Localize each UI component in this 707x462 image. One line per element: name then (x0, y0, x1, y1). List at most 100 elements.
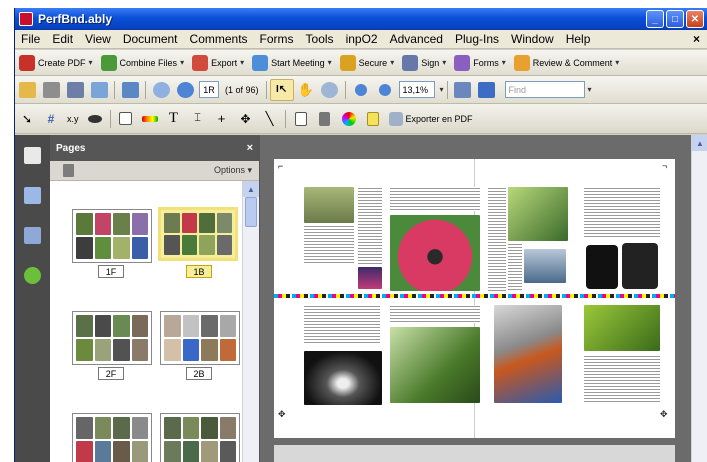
find-dropdown-icon[interactable]: ▾ (588, 85, 592, 94)
forms-button[interactable]: Forms ▾ (450, 52, 510, 74)
review-comment-button[interactable]: Review & Comment ▾ (510, 52, 624, 74)
bookmarks-icon[interactable] (24, 187, 41, 204)
menu-inpo2[interactable]: inpO2 (340, 30, 384, 49)
menu-tools[interactable]: Tools (300, 30, 340, 49)
xy-tool-button[interactable]: x.y (63, 108, 83, 130)
menu-comments[interactable]: Comments (184, 30, 254, 49)
next-page-button[interactable] (173, 79, 197, 101)
menu-help[interactable]: Help (560, 30, 597, 49)
pages-panel-scrollbar[interactable]: ▲ (242, 181, 259, 462)
crop-marks-button[interactable]: ✥ (234, 108, 258, 130)
app-window: PerfBnd.ably _ □ ✕ File Edit View Docume… (14, 8, 707, 462)
scroll-up-arrow-icon[interactable]: ▲ (692, 135, 707, 151)
page-thumbnail-2b[interactable] (160, 311, 240, 365)
menu-edit[interactable]: Edit (46, 30, 79, 49)
page-thumbnail-1b[interactable] (158, 207, 238, 261)
combine-files-button[interactable]: Combine Files ▾ (97, 52, 189, 74)
menu-window[interactable]: Window (505, 30, 560, 49)
previous-page-button[interactable] (149, 79, 173, 101)
zoom-tool-button[interactable] (318, 79, 342, 101)
page-number-input[interactable]: 1R (199, 81, 219, 98)
find-input[interactable]: Find (504, 81, 585, 98)
toolbar-separator (114, 80, 115, 99)
review-comment-label: Review & Comment (532, 57, 613, 68)
scroll-up-arrow-icon[interactable]: ▲ (243, 181, 259, 197)
combine-files-icon (100, 54, 117, 71)
page-thumbnail-2f[interactable] (72, 311, 152, 365)
scroll-thumb[interactable] (245, 197, 257, 227)
export-to-pdf-button[interactable]: Exporter en PDF (385, 108, 477, 130)
zoom-dropdown-icon[interactable]: ▾ (440, 85, 444, 94)
page-label-2f: 2F (98, 367, 124, 380)
page-tool-button[interactable] (289, 108, 313, 130)
title-bar[interactable]: PerfBnd.ably _ □ ✕ (15, 8, 707, 30)
color-bar-button[interactable] (138, 108, 162, 130)
zoom-in-icon (378, 83, 391, 96)
menu-plugins[interactable]: Plug-Ins (449, 30, 505, 49)
menu-advanced[interactable]: Advanced (384, 30, 449, 49)
zoom-out-button[interactable] (349, 79, 373, 101)
page-thumbnail-3b[interactable] (160, 413, 240, 462)
select-tool-button[interactable]: I↖ (269, 78, 294, 101)
fit-page-button[interactable] (475, 79, 499, 101)
secure-button[interactable]: Secure ▾ (336, 52, 399, 74)
close-button[interactable]: ✕ (686, 10, 704, 28)
document-close-button[interactable]: × (693, 30, 700, 49)
crop-mark-icon: ⌐ (278, 161, 284, 171)
object-select-button[interactable]: ➘ (15, 108, 39, 130)
organizer-button[interactable] (118, 79, 142, 101)
arrow-down-icon (176, 81, 194, 98)
page-layout-icon (454, 81, 472, 98)
combine-files-label: Combine Files (119, 57, 178, 68)
single-page-button[interactable] (451, 79, 475, 101)
page-count: (1 of 96) (225, 84, 259, 95)
pages-panel-icon[interactable] (24, 147, 41, 164)
next-sheet-edge (274, 445, 675, 462)
document-scrollbar[interactable]: ▲ (691, 135, 707, 462)
eye-tool-button[interactable] (83, 108, 107, 130)
delete-page-icon[interactable] (63, 164, 74, 177)
page-thumbnail-3f[interactable] (72, 413, 152, 462)
menu-forms[interactable]: Forms (254, 30, 300, 49)
document-view[interactable]: ⌐ ¬ ✥ ✥ (260, 135, 691, 462)
fit-page-icon (478, 81, 496, 98)
email-button[interactable] (87, 79, 111, 101)
page-label-1b: 1B (186, 265, 212, 278)
color-picker-button[interactable] (337, 108, 361, 130)
hand-tool-button[interactable]: ✋ (294, 79, 318, 101)
pages-panel-close-button[interactable]: × (247, 142, 253, 154)
crosshair-tool-button[interactable]: + (210, 108, 234, 130)
help-icon[interactable] (24, 267, 41, 284)
hash-icon: # (47, 111, 55, 126)
maximize-button[interactable]: □ (666, 10, 684, 28)
pages-panel-header: Pages × (50, 135, 259, 161)
signatures-icon[interactable] (24, 227, 41, 244)
table-tool-button[interactable] (114, 108, 138, 130)
zoom-in-button[interactable] (373, 79, 397, 101)
page-thumbnail-1f[interactable] (72, 209, 152, 263)
crop-mark-icon: ✥ (278, 409, 286, 419)
menu-document[interactable]: Document (117, 30, 184, 49)
create-pdf-button[interactable]: Create PDF ▾ (15, 52, 97, 74)
trash-tool-button[interactable] (313, 108, 337, 130)
export-button[interactable]: Export ▾ (188, 52, 248, 74)
print-button[interactable] (39, 79, 63, 101)
minimize-button[interactable]: _ (646, 10, 664, 28)
sign-button[interactable]: Sign ▾ (398, 52, 450, 74)
hash-tool-button[interactable]: # (39, 108, 63, 130)
line-tool-button[interactable]: ╲ (258, 108, 282, 130)
start-meeting-button[interactable]: Start Meeting ▾ (248, 52, 336, 74)
text-column (508, 243, 522, 291)
save-button[interactable] (63, 79, 87, 101)
zoom-level-input[interactable]: 13,1% (398, 81, 435, 98)
open-button[interactable] (15, 79, 39, 101)
menu-file[interactable]: File (15, 30, 46, 49)
meeting-icon (252, 54, 269, 71)
menu-view[interactable]: View (79, 30, 117, 49)
text-box-button[interactable]: ⌶ (186, 108, 210, 130)
options-menu-button[interactable]: Options ▾ (214, 165, 252, 176)
arrow-cursor-icon: ➘ (21, 111, 33, 126)
text-tool-button[interactable]: T (162, 108, 186, 130)
note-tool-button[interactable] (361, 108, 385, 130)
arrow-up-icon (152, 81, 170, 98)
